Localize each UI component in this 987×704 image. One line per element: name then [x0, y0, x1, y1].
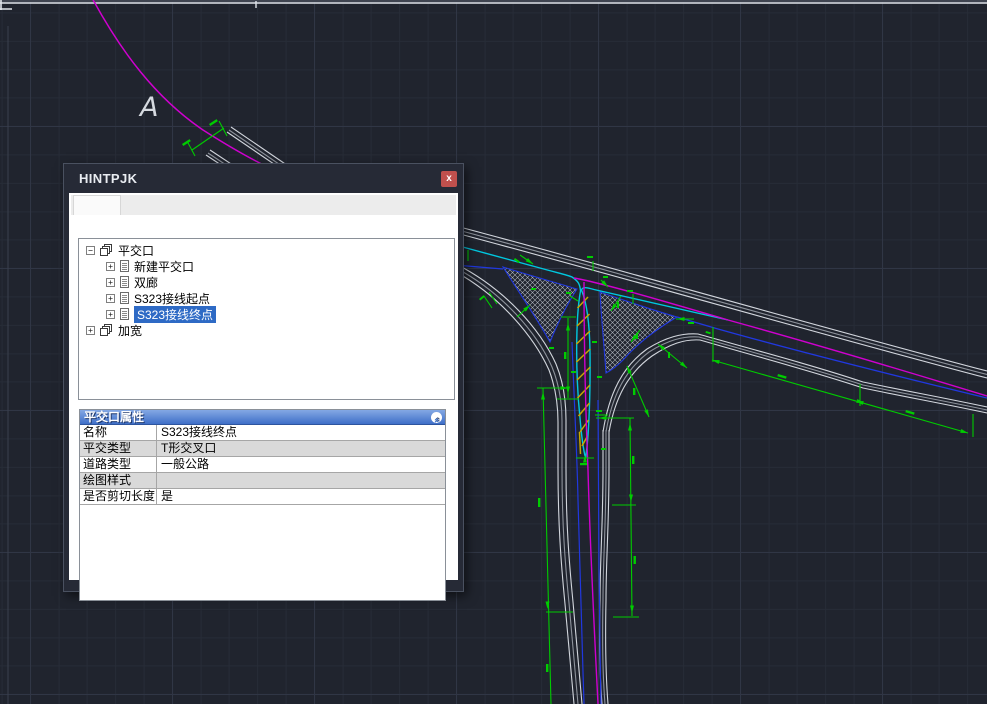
- expand-box-icon[interactable]: +: [86, 326, 95, 335]
- tab-strip: [71, 195, 456, 215]
- dialog-tab[interactable]: [73, 195, 121, 215]
- document-icon: [120, 276, 129, 288]
- property-label: 道路类型: [80, 457, 157, 472]
- property-value[interactable]: 是: [157, 489, 445, 504]
- document-icon: [120, 308, 129, 320]
- property-label: 绘图样式: [80, 473, 157, 488]
- label-a: A: [138, 92, 158, 123]
- tree-item-label: 新建平交口: [134, 258, 194, 275]
- dialog-title-bar[interactable]: HINTPJK: [64, 164, 463, 193]
- property-label: 平交类型: [80, 441, 157, 456]
- collapse-circle-icon[interactable]: »: [431, 412, 442, 423]
- property-value[interactable]: S323接线终点: [157, 425, 445, 440]
- property-row-clip-length: 是否剪切长度 是: [80, 489, 445, 505]
- property-value[interactable]: 一般公路: [157, 457, 445, 472]
- document-icon: [120, 260, 129, 272]
- tree-item-s323-end[interactable]: + S323接线终点: [79, 306, 454, 322]
- layers-icon: [100, 324, 113, 337]
- tree-item-s323-start[interactable]: + S323接线起点: [79, 290, 454, 306]
- document-icon: [120, 292, 129, 304]
- tree-item-pingjiaokou[interactable]: − 平交口: [79, 242, 454, 258]
- property-grid-title: 平交口属性: [84, 410, 144, 424]
- tree-item-label: S323接线起点: [134, 290, 210, 307]
- property-label: 名称: [80, 425, 157, 440]
- layers-icon: [100, 244, 113, 257]
- close-icon[interactable]: x: [441, 171, 457, 187]
- tree-item-label: 加宽: [118, 322, 142, 339]
- expand-box-icon[interactable]: +: [106, 310, 115, 319]
- expand-box-icon[interactable]: +: [106, 278, 115, 287]
- channelization-island-left: [503, 267, 577, 342]
- property-row-draw-style: 绘图样式: [80, 473, 445, 489]
- property-value[interactable]: T形交叉口: [157, 441, 445, 456]
- expand-box-icon[interactable]: +: [106, 294, 115, 303]
- property-grid-header: 平交口属性 »: [80, 410, 445, 425]
- expand-box-icon[interactable]: +: [106, 262, 115, 271]
- tree-item-new-intersection[interactable]: + 新建平交口: [79, 258, 454, 274]
- property-value[interactable]: [157, 473, 445, 488]
- property-row-type: 平交类型 T形交叉口: [80, 441, 445, 457]
- dialog-title: HINTPJK: [79, 171, 137, 186]
- hintpjk-dialog: HINTPJK x − 平交口 + 新建平交口 +: [63, 163, 464, 592]
- property-row-name: 名称 S323接线终点: [80, 425, 445, 441]
- dialog-body: − 平交口 + 新建平交口 + 双廊 + S323接线起点: [69, 193, 458, 580]
- cad-workspace: A: [0, 0, 987, 704]
- tree-item-label: 双廊: [134, 274, 158, 291]
- tree-item-label: 平交口: [118, 242, 154, 259]
- intersection-tree[interactable]: − 平交口 + 新建平交口 + 双廊 + S323接线起点: [78, 238, 455, 400]
- tree-item-shuanglang[interactable]: + 双廊: [79, 274, 454, 290]
- property-label: 是否剪切长度: [80, 489, 157, 504]
- collapse-box-icon[interactable]: −: [86, 246, 95, 255]
- property-grid: 平交口属性 » 名称 S323接线终点 平交类型 T形交叉口 道路类型 一般公路…: [79, 409, 446, 601]
- tree-item-jiakuan[interactable]: + 加宽: [79, 322, 454, 338]
- tree-item-label-selected: S323接线终点: [134, 306, 216, 323]
- property-row-road-type: 道路类型 一般公路: [80, 457, 445, 473]
